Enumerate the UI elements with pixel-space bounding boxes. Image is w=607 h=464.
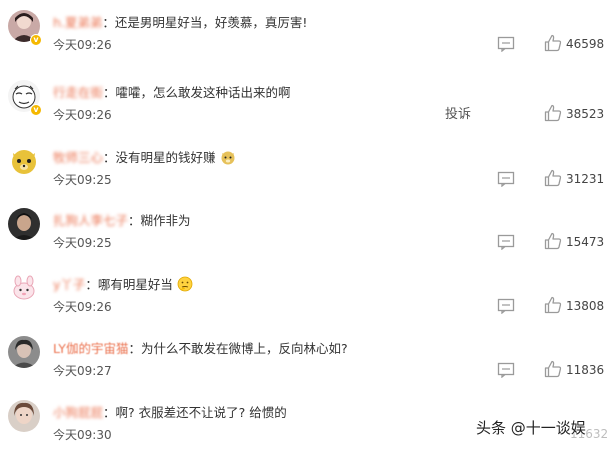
like-count: 11836: [566, 363, 605, 377]
thinking-emoji-icon: [177, 276, 193, 292]
avatar[interactable]: [8, 272, 40, 304]
reply-icon[interactable]: [497, 171, 515, 187]
comment-text: 没有明星的钱好赚: [115, 150, 216, 165]
comment-text: 哪有明星好当: [97, 277, 173, 292]
comment-line: 小狗屁屁：啊? 衣服差还不让说了? 给惯的: [53, 405, 287, 420]
comment-text: 嚯嚯，怎么敢发这种话出来的啊: [115, 85, 291, 100]
comment-line: 行走在街：嚯嚯，怎么敢发这种话出来的啊: [53, 85, 291, 100]
comment-item: 牧师三心：没有明星的钱好赚 今天09:25 31231: [0, 145, 607, 209]
thumbs-up-icon[interactable]: [544, 232, 562, 250]
username-link[interactable]: 行走在街: [53, 85, 103, 100]
username-link[interactable]: 扎狗人李七子: [53, 213, 128, 228]
comment-line: y丫子：哪有明星好当: [53, 274, 193, 293]
comment-line: h.夏弟弟：还是男明星好当，好羡慕，真厉害!: [53, 15, 308, 30]
comment-time: 今天09:26: [53, 38, 112, 52]
comment-item: v h.夏弟弟：还是男明星好当，好羡慕，真厉害! 今天09:26 46598: [0, 10, 607, 74]
username-link[interactable]: h.夏弟弟: [53, 15, 102, 30]
reply-icon[interactable]: [497, 298, 515, 314]
thumbs-up-icon[interactable]: [544, 360, 562, 378]
reply-icon[interactable]: [497, 234, 515, 250]
report-link[interactable]: 投诉: [445, 103, 471, 122]
avatar[interactable]: [8, 145, 40, 177]
comment-text: 糊作非为: [140, 213, 191, 228]
comment-time: 今天09:25: [53, 173, 112, 187]
thumbs-up-icon[interactable]: [544, 34, 562, 52]
comment-item: LY伽的宇宙猫：为什么不敢发在微博上，反向林心如? 今天09:27 11836: [0, 336, 607, 400]
like-count: 13808: [566, 299, 605, 313]
comment-text: 还是男明星好当，好羡慕，真厉害!: [114, 15, 308, 30]
reply-icon[interactable]: [497, 362, 515, 378]
like-count: 38523: [566, 107, 605, 121]
comment-time: 今天09:27: [53, 364, 112, 378]
comment-line: 扎狗人李七子：糊作非为: [53, 213, 191, 228]
username-link[interactable]: y丫子: [53, 277, 85, 292]
thumbs-up-icon[interactable]: [544, 104, 562, 122]
doge-emoji-icon: [221, 151, 235, 165]
comment-item: v 行走在街：嚯嚯，怎么敢发这种话出来的啊 今天09:26 投诉 38523: [0, 80, 607, 144]
comment-time: 今天09:30: [53, 428, 112, 442]
username-link[interactable]: 小狗屁屁: [53, 405, 103, 420]
comment-text: 啊? 衣服差还不让说了? 给惯的: [115, 405, 287, 420]
watermark: 头条 @十一谈娱: [476, 419, 586, 437]
avatar[interactable]: [8, 208, 40, 240]
reply-icon[interactable]: [497, 36, 515, 52]
comment-time: 今天09:25: [53, 236, 112, 250]
comment-time: 今天09:26: [53, 300, 112, 314]
verified-badge-icon: v: [30, 34, 42, 46]
comment-text: 为什么不敢发在微博上，反向林心如?: [140, 341, 348, 356]
comment-line: LY伽的宇宙猫：为什么不敢发在微博上，反向林心如?: [53, 341, 348, 356]
comment-list: v h.夏弟弟：还是男明星好当，好羡慕，真厉害! 今天09:26 46598 v…: [0, 0, 607, 449]
comment-line: 牧师三心：没有明星的钱好赚: [53, 147, 236, 166]
thumbs-up-icon[interactable]: [544, 296, 562, 314]
thumbs-up-icon[interactable]: [544, 169, 562, 187]
like-count: 46598: [566, 37, 605, 51]
username-link[interactable]: 牧师三心: [53, 150, 103, 165]
verified-badge-icon: v: [30, 104, 42, 116]
username-link[interactable]: LY伽的宇宙猫: [53, 341, 128, 356]
comment-item: y丫子：哪有明星好当 今天09:26 13808: [0, 272, 607, 336]
like-count: 15473: [566, 235, 605, 249]
avatar[interactable]: [8, 400, 40, 432]
comment-item: 扎狗人李七子：糊作非为 今天09:25 15473: [0, 208, 607, 272]
avatar[interactable]: [8, 336, 40, 368]
comment-time: 今天09:26: [53, 108, 112, 122]
like-count: 31231: [566, 172, 605, 186]
